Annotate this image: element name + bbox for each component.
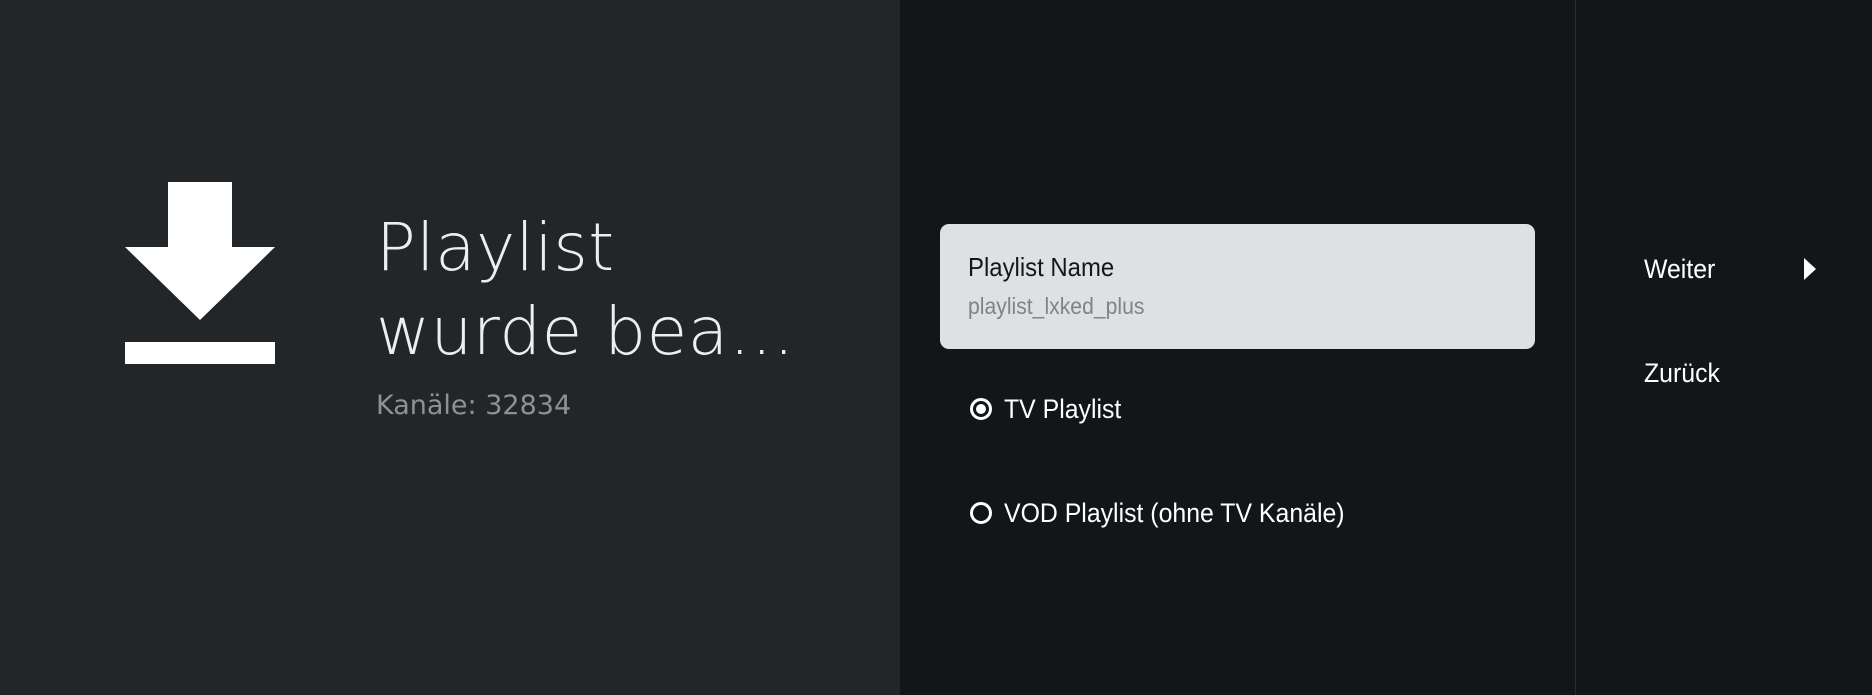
next-button[interactable]: Weiter bbox=[1644, 247, 1844, 291]
download-icon bbox=[125, 182, 275, 364]
option-vod-playlist-label: VOD Playlist (ohne TV Kanäle) bbox=[1004, 498, 1345, 528]
back-button[interactable]: Zurück bbox=[1644, 351, 1844, 395]
guidance-title: Playlist wurde bea… bbox=[376, 206, 806, 374]
option-tv-playlist-label: TV Playlist bbox=[1004, 394, 1122, 424]
guidance-panel: Playlist wurde bea… Kanäle: 32834 bbox=[0, 0, 900, 695]
guidance-title-line-1: Playlist bbox=[376, 209, 615, 286]
back-button-label: Zurück bbox=[1644, 358, 1720, 388]
playlist-name-label: Playlist Name bbox=[968, 252, 1115, 282]
option-vod-playlist[interactable]: VOD Playlist (ohne TV Kanäle) bbox=[970, 493, 1374, 533]
guidance-title-line-2: wurde bea… bbox=[376, 293, 796, 370]
radio-checked-icon bbox=[970, 398, 992, 420]
chevron-right-icon bbox=[1804, 258, 1816, 280]
option-tv-playlist[interactable]: TV Playlist bbox=[970, 389, 1132, 429]
playlist-name-value[interactable]: playlist_lxked_plus bbox=[968, 292, 1144, 320]
playlist-name-field[interactable]: Playlist Name playlist_lxked_plus bbox=[940, 224, 1535, 349]
next-button-label: Weiter bbox=[1644, 254, 1716, 284]
actions-panel: Playlist Name playlist_lxked_plus TV Pla… bbox=[900, 0, 1575, 695]
guidance-description: Kanäle: 32834 bbox=[376, 390, 572, 421]
buttons-panel: Weiter Zurück bbox=[1575, 0, 1872, 695]
radio-unchecked-icon bbox=[970, 502, 992, 524]
guided-step-screen: Playlist wurde bea… Kanäle: 32834 Playli… bbox=[0, 0, 1872, 695]
